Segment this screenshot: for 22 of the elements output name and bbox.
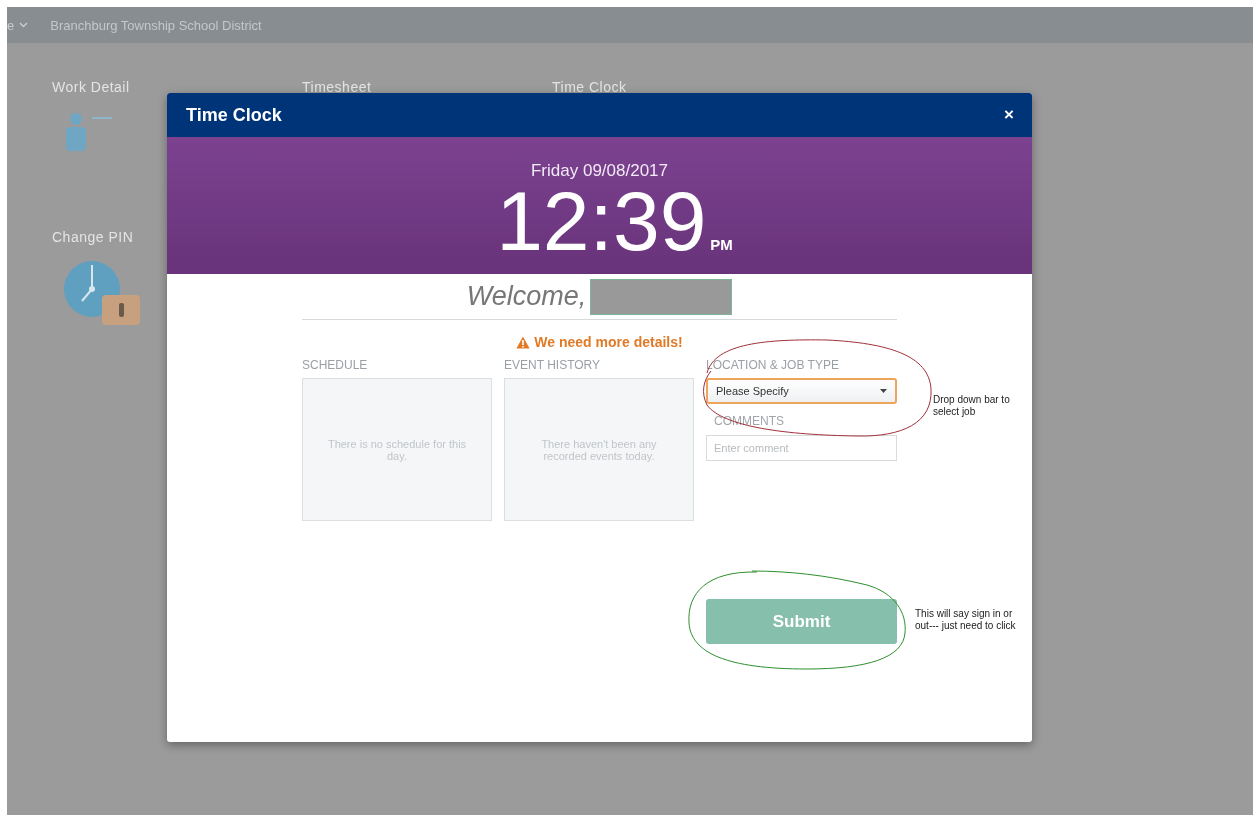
panel-heading: SCHEDULE [302, 358, 369, 372]
tile-label[interactable]: Timesheet [302, 79, 372, 95]
clock-lock-icon [62, 259, 142, 327]
warning-text: We need more details! [534, 334, 683, 350]
annotation-note: Drop down bar to select job [933, 394, 1011, 418]
district-name: Branchburg Township School District [50, 17, 262, 33]
meridiem: PM [710, 236, 733, 253]
comment-field[interactable]: Enter comment [706, 435, 897, 461]
tile-label[interactable]: Time Clock [552, 79, 627, 95]
tile-label[interactable]: Work Detail [52, 79, 130, 95]
app-menu[interactable]: e [7, 17, 29, 33]
date-text: Friday 09/08/2017 [530, 161, 668, 181]
dialog-title: Time Clock [186, 104, 282, 126]
welcome-text: Welcome, [466, 281, 587, 312]
tile-label[interactable]: Change PIN [52, 229, 134, 245]
caret-icon [880, 389, 887, 393]
warning-icon [516, 335, 531, 349]
location-dropdown[interactable]: Please Specify [706, 378, 897, 404]
close-button[interactable]: × [1004, 105, 1014, 125]
chevron-icon [19, 22, 29, 28]
panel-heading: EVENT HISTORY [504, 358, 602, 372]
annotation-note: This will say sign in or out--- just need to click [915, 608, 1017, 632]
